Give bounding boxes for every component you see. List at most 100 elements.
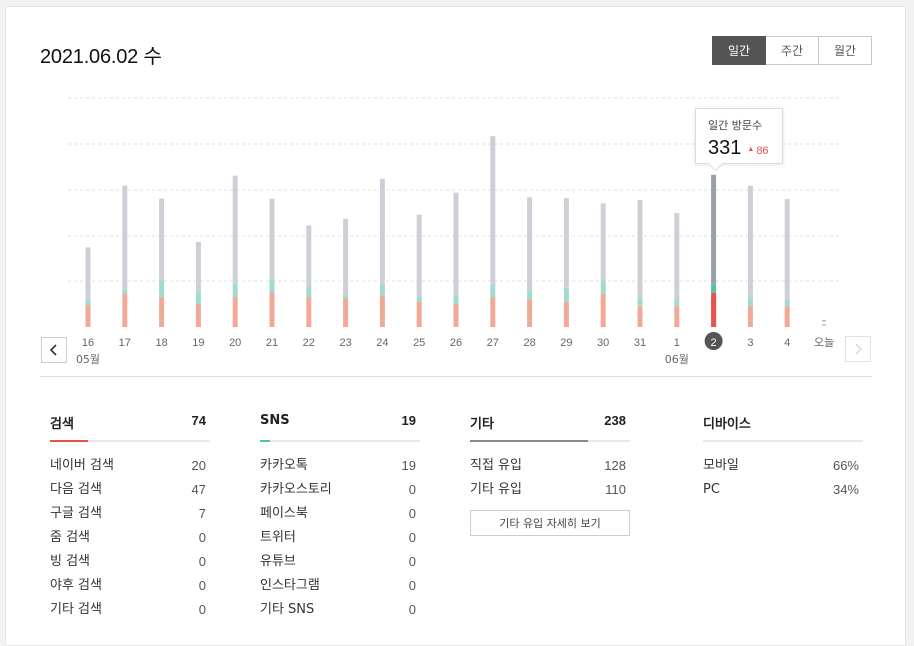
- sns-title: SNS: [260, 413, 290, 428]
- bar-total[interactable]: [232, 175, 238, 284]
- bar-total[interactable]: [563, 198, 569, 288]
- bar-total[interactable]: [453, 192, 459, 296]
- bar-sns: [711, 284, 717, 293]
- bar-search: [711, 292, 717, 327]
- x-tick-label[interactable]: 4: [784, 337, 790, 349]
- x-tick-label[interactable]: 30: [597, 337, 609, 349]
- search-share-fill: [50, 440, 88, 442]
- list-item: 야후 검색 0: [50, 578, 206, 593]
- bar-total[interactable]: [159, 198, 165, 281]
- x-tick-label[interactable]: 1: [674, 337, 680, 349]
- x-tick-label[interactable]: 26: [450, 337, 462, 349]
- bar-total[interactable]: [711, 174, 717, 285]
- bar-sns: [784, 299, 790, 307]
- x-tick-label[interactable]: 24: [376, 337, 388, 349]
- x-tick-label[interactable]: 20: [229, 337, 241, 349]
- tab-daily[interactable]: 일간: [712, 36, 766, 65]
- search-title: 검색: [50, 417, 74, 432]
- bar-total[interactable]: [527, 197, 533, 291]
- x-tick-label[interactable]: 17: [119, 337, 131, 349]
- bar-search: [600, 293, 606, 327]
- etc-share-fill: [470, 440, 588, 442]
- list-item: 유튜브 0: [260, 554, 416, 569]
- bar-search: [784, 306, 790, 327]
- list-item: 네이버 검색 20: [50, 458, 206, 473]
- list-item: 직접 유입 128: [470, 458, 626, 473]
- list-item: 카카오스토리 0: [260, 482, 416, 497]
- bar-total[interactable]: [637, 200, 643, 299]
- bar-search: [195, 304, 201, 327]
- search-count: 74: [191, 413, 206, 428]
- next-button[interactable]: [845, 336, 871, 362]
- list-item: 구글 검색 7: [50, 506, 206, 521]
- x-tick-label[interactable]: 28: [523, 337, 535, 349]
- bar-sns: [563, 287, 569, 302]
- bar-total[interactable]: [784, 199, 790, 300]
- x-tick-label[interactable]: 27: [487, 337, 499, 349]
- bar-sns: [527, 290, 533, 300]
- month-label: 05월: [76, 353, 100, 366]
- etc-detail-button[interactable]: 기타 유입 자세히 보기: [470, 510, 630, 536]
- bar-total[interactable]: [306, 225, 312, 287]
- bar-total[interactable]: [416, 214, 422, 297]
- bar-total[interactable]: [195, 241, 201, 293]
- bar-search: [343, 298, 349, 327]
- x-tick-label[interactable]: 오늘: [814, 336, 834, 349]
- tooltip-delta: 86: [747, 145, 768, 157]
- x-tick-label[interactable]: 3: [747, 337, 753, 349]
- bar-search: [674, 306, 680, 327]
- x-tick-label[interactable]: 19: [192, 337, 204, 349]
- etc-count: 238: [604, 413, 626, 428]
- etc-stats: 기타 238 직접 유입 128 기타 유입 110 기타 유입 자세히 보기: [470, 413, 630, 536]
- bar-sns: [379, 284, 385, 296]
- bar-total[interactable]: [600, 203, 606, 281]
- bar-total[interactable]: [269, 198, 275, 279]
- list-item: 카카오톡 19: [260, 458, 416, 473]
- bar-sns: [674, 299, 680, 307]
- x-tick-label[interactable]: 23: [339, 337, 351, 349]
- bar-sns: [195, 292, 201, 304]
- x-tick-label[interactable]: 2: [711, 337, 717, 349]
- sns-share-fill: [260, 440, 270, 442]
- bar-search: [527, 299, 533, 327]
- device-stats: 디바이스 모바일 66% PC 34%: [703, 413, 863, 502]
- list-item: 페이스북 0: [260, 506, 416, 521]
- bar-search: [159, 297, 165, 327]
- device-divider: [703, 440, 863, 442]
- bar-search: [85, 305, 91, 327]
- list-item: 기타 유입 110: [470, 482, 626, 497]
- search-stats: 검색 74 네이버 검색 20 다음 검색 47 구글 검색 7 줌 검색 0 빙 검색 0…: [50, 413, 210, 622]
- prev-button[interactable]: [41, 337, 67, 363]
- bar-sns: [306, 286, 312, 298]
- x-tick-label[interactable]: 22: [303, 337, 315, 349]
- bar-total[interactable]: [747, 185, 753, 298]
- bar-total[interactable]: [379, 178, 385, 285]
- list-item: 빙 검색 0: [50, 554, 206, 569]
- x-tick-label[interactable]: 25: [413, 337, 425, 349]
- search-share-bar: [50, 440, 210, 442]
- bar-total[interactable]: [343, 218, 349, 295]
- bar-total[interactable]: [674, 212, 680, 300]
- visits-tooltip: 일간 방문수 331 86: [695, 108, 783, 172]
- bar-total[interactable]: [490, 136, 496, 285]
- month-label: 06월: [665, 353, 689, 366]
- list-item: 기타 SNS 0: [260, 602, 416, 617]
- search-list: 네이버 검색 20 다음 검색 47 구글 검색 7 줌 검색 0 빙 검색 0 야후 검…: [50, 454, 210, 622]
- bar-search: [822, 324, 826, 326]
- x-tick-label[interactable]: 21: [266, 337, 278, 349]
- bar-sns: [343, 294, 349, 299]
- bar-sns: [600, 281, 606, 294]
- bar-sns: [85, 299, 91, 306]
- bar-total[interactable]: [85, 247, 91, 300]
- bar-search: [232, 297, 238, 327]
- x-tick-label[interactable]: 29: [560, 337, 572, 349]
- x-tick-label[interactable]: 16: [82, 337, 94, 349]
- bar-total[interactable]: [122, 185, 128, 290]
- list-item: 줌 검색 0: [50, 530, 206, 545]
- x-tick-label[interactable]: 31: [634, 337, 646, 349]
- bar-sns: [416, 296, 422, 302]
- bar-sns: [269, 278, 275, 293]
- x-tick-label[interactable]: 18: [155, 337, 167, 349]
- bar-search: [122, 293, 128, 327]
- sns-share-bar: [260, 440, 420, 442]
